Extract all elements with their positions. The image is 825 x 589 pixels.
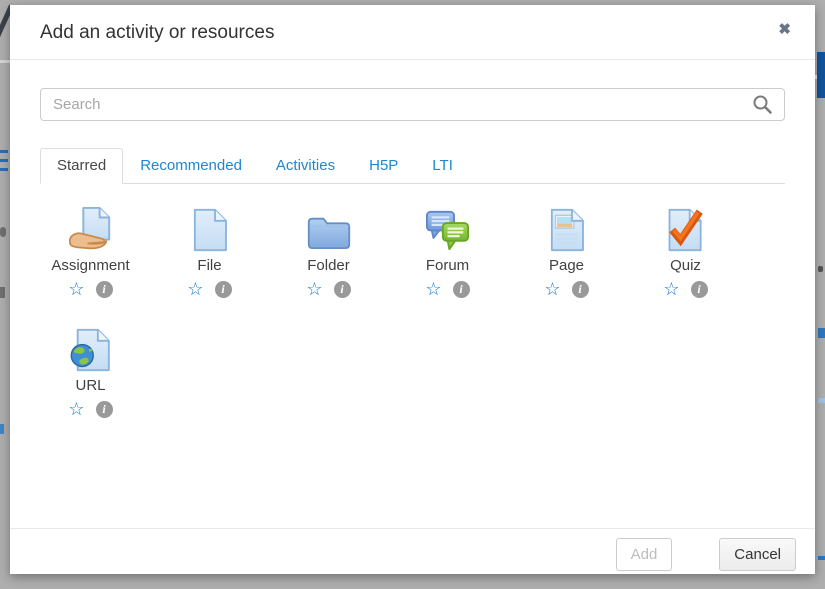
activity-label: URL bbox=[75, 377, 105, 395]
star-icon[interactable]: ☆ bbox=[425, 281, 441, 298]
activity-actions: ☆ i bbox=[68, 400, 112, 418]
activity-item-assignment[interactable]: Assignment ☆ i bbox=[31, 202, 150, 298]
info-icon[interactable]: i bbox=[96, 281, 113, 298]
info-icon[interactable]: i bbox=[453, 281, 470, 298]
tab-activities[interactable]: Activities bbox=[259, 148, 352, 184]
info-icon[interactable]: i bbox=[334, 281, 351, 298]
activity-item-url[interactable]: URL ☆ i bbox=[31, 322, 150, 418]
backdrop-fragment bbox=[0, 150, 8, 153]
info-icon[interactable]: i bbox=[215, 281, 232, 298]
page-icon bbox=[548, 202, 585, 252]
add-button[interactable]: Add bbox=[616, 538, 673, 571]
activity-actions: ☆ i bbox=[425, 280, 469, 298]
tab-h5p[interactable]: H5P bbox=[352, 148, 415, 184]
backdrop-fragment bbox=[817, 52, 825, 98]
activity-item-quiz[interactable]: Quiz ☆ i bbox=[626, 202, 745, 298]
star-icon[interactable]: ☆ bbox=[663, 281, 679, 298]
file-icon bbox=[191, 202, 228, 252]
star-icon[interactable]: ☆ bbox=[187, 281, 203, 298]
backdrop-fragment bbox=[0, 60, 10, 63]
backdrop-fragment bbox=[0, 424, 4, 434]
activity-item-page[interactable]: Page ☆ i bbox=[507, 202, 626, 298]
backdrop-fragment bbox=[0, 227, 6, 237]
search-box bbox=[40, 88, 785, 121]
activity-item-file[interactable]: File ☆ i bbox=[150, 202, 269, 298]
activity-item-folder[interactable]: Folder ☆ i bbox=[269, 202, 388, 298]
backdrop-fragment bbox=[818, 266, 823, 272]
backdrop-fragment bbox=[818, 556, 825, 560]
star-icon[interactable]: ☆ bbox=[68, 281, 84, 298]
activity-label: Assignment bbox=[51, 257, 129, 275]
add-activity-dialog: Add an activity or resources ✖ Starred R… bbox=[10, 5, 815, 574]
activity-actions: ☆ i bbox=[306, 280, 350, 298]
assignment-icon bbox=[67, 202, 115, 252]
tab-starred[interactable]: Starred bbox=[40, 148, 123, 184]
info-icon[interactable]: i bbox=[96, 401, 113, 418]
info-icon[interactable]: i bbox=[572, 281, 589, 298]
star-icon[interactable]: ☆ bbox=[544, 281, 560, 298]
info-icon[interactable]: i bbox=[691, 281, 708, 298]
tab-lti[interactable]: LTI bbox=[415, 148, 470, 184]
activity-actions: ☆ i bbox=[187, 280, 231, 298]
forum-icon bbox=[424, 202, 471, 252]
activity-label: Quiz bbox=[670, 257, 701, 275]
backdrop-fragment bbox=[818, 398, 825, 403]
folder-icon bbox=[306, 202, 352, 252]
close-button[interactable]: ✖ bbox=[774, 20, 795, 39]
star-icon[interactable]: ☆ bbox=[306, 281, 322, 298]
dialog-title: Add an activity or resources bbox=[40, 20, 274, 46]
activity-label: Forum bbox=[426, 257, 469, 275]
tab-recommended[interactable]: Recommended bbox=[123, 148, 259, 184]
dialog-body: Starred Recommended Activities H5P LTI bbox=[10, 60, 815, 528]
activity-grid: Assignment ☆ i bbox=[31, 184, 785, 442]
activity-item-forum[interactable]: Forum ☆ i bbox=[388, 202, 507, 298]
quiz-icon bbox=[665, 202, 707, 252]
dialog-header: Add an activity or resources ✖ bbox=[10, 5, 815, 60]
activity-label: Folder bbox=[307, 257, 350, 275]
url-icon bbox=[70, 322, 111, 372]
cancel-button[interactable]: Cancel bbox=[719, 538, 796, 571]
activity-actions: ☆ i bbox=[544, 280, 588, 298]
backdrop-fragment bbox=[0, 159, 8, 162]
backdrop-fragment bbox=[0, 168, 8, 171]
activity-actions: ☆ i bbox=[68, 280, 112, 298]
close-icon: ✖ bbox=[778, 21, 791, 38]
activity-label: Page bbox=[549, 257, 584, 275]
activity-actions: ☆ i bbox=[663, 280, 707, 298]
backdrop-fragment bbox=[818, 328, 825, 338]
search-input[interactable] bbox=[40, 88, 785, 121]
star-icon[interactable]: ☆ bbox=[68, 401, 84, 418]
category-tabs: Starred Recommended Activities H5P LTI bbox=[40, 148, 785, 184]
modal-backdrop: Add an activity or resources ✖ Starred R… bbox=[0, 0, 825, 589]
activity-label: File bbox=[197, 257, 221, 275]
dialog-footer: Add Cancel bbox=[10, 528, 815, 574]
backdrop-fragment bbox=[0, 287, 5, 298]
